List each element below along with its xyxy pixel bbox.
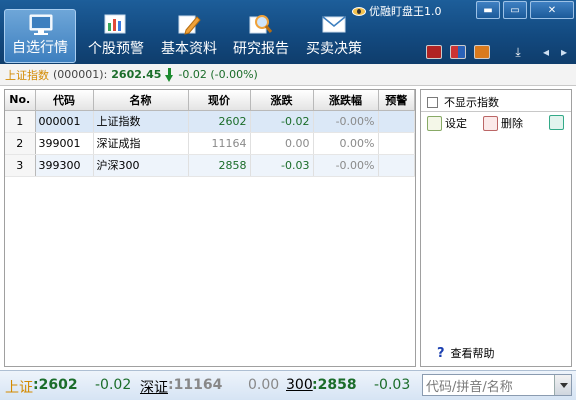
app-header: 优融盯盘王1.0 ▬ ▭ ✕ 自选行情 个股预警 基本资料 研究报告 买卖决策 … [0,0,576,64]
col-header-change[interactable]: 涨跌 [250,90,314,111]
row-name: 上证指数 [93,110,189,133]
status-sz-change: 0.00 [248,377,280,393]
back-arrow-icon[interactable]: ◂ [538,45,554,59]
col-header-price[interactable]: 现价 [188,90,251,111]
row-number: 2 [5,132,36,155]
down-arrow-icon [165,67,174,82]
restore-button[interactable]: ▭ [503,1,527,19]
row-price: 11164 [188,132,251,155]
row-number: 1 [5,110,36,133]
col-header-code[interactable]: 代码 [35,90,94,111]
status-hs300-change: -0.03 [374,377,411,393]
status-sh-value: :2602 [33,377,78,393]
settings-icon [427,115,442,131]
table-row[interactable]: 1 000001 上证指数 2602 -0.02 -0.00% [5,110,415,133]
right-panel: 不显示指数 设定 删除 ? 查看帮助 [420,89,572,367]
status-sz-value: :11164 [168,377,223,393]
download-icon[interactable]: ⤓ [510,45,526,59]
search-placeholder: 代码/拼音/名称 [426,379,513,395]
index-price: 2602.45 [111,68,162,81]
split-view-icon[interactable] [450,45,466,59]
row-code: 399001 [35,132,94,155]
row-change: -0.02 [250,110,314,133]
row-code: 000001 [35,110,94,133]
col-header-no[interactable]: No. [5,90,36,111]
help-link[interactable]: ? 查看帮助 [437,345,495,361]
row-name: 深证成指 [93,132,189,155]
notes-button[interactable] [549,115,564,130]
close-button[interactable]: ✕ [530,1,574,19]
tab-trade-decision[interactable]: 买卖决策 [298,9,370,63]
status-sh-change: -0.02 [95,377,132,393]
delete-icon [483,115,498,131]
status-hs300-value: :2858 [312,377,357,393]
tab-watchlist[interactable]: 自选行情 [4,9,76,63]
checkbox-box[interactable] [427,96,438,108]
delete-label: 删除 [501,117,523,130]
stock-search-input[interactable]: 代码/拼音/名称 [422,374,572,396]
tab-stock-alert[interactable]: 个股预警 [80,9,152,63]
tab-basic-info[interactable]: 基本资料 [153,9,225,63]
row-change: 0.00 [250,132,314,155]
col-header-alert[interactable]: 预警 [378,90,415,111]
notebook-icon [549,115,564,130]
index-summary-bar: 上证指数 (000001): 2602.45 -0.02 (-0.00%) [0,64,576,86]
row-alert [378,132,415,155]
row-change-pct: -0.00% [313,154,379,177]
row-change-pct: 0.00% [313,132,379,155]
table-row[interactable]: 3 399300 沪深300 2858 -0.03 -0.00% [5,154,415,177]
col-header-change-pct[interactable]: 涨跌幅 [313,90,379,111]
row-price: 2602 [188,110,251,133]
index-change: -0.02 (-0.00%) [178,68,258,81]
divider [421,111,571,112]
delete-button[interactable]: 删除 [483,115,523,131]
list-view-icon[interactable] [474,45,490,59]
forward-arrow-icon[interactable]: ▸ [556,45,572,59]
app-title-text: 优融盯盘王1.0 [369,5,442,18]
row-change-pct: -0.00% [313,110,379,133]
magnifier-icon [249,15,273,34]
status-sz-label[interactable]: 深证 [140,377,168,397]
row-change: -0.03 [250,154,314,177]
envelope-icon [322,16,346,33]
index-name[interactable]: 上证指数 [5,67,49,83]
index-code: (000001): [53,68,108,81]
bar-chart-icon [104,14,126,34]
tab-research-report[interactable]: 研究报告 [225,9,297,63]
monitor-icon [29,14,53,35]
col-header-name[interactable]: 名称 [93,90,189,111]
chevron-down-icon[interactable] [554,375,571,395]
minimize-button[interactable]: ▬ [476,1,500,19]
hide-index-checkbox[interactable]: 不显示指数 [427,94,499,110]
status-sh-label[interactable]: 上证 [5,377,33,397]
row-code: 399300 [35,154,94,177]
pencil-icon [178,15,201,35]
tab-label: 基本资料 [161,41,217,57]
status-bar: 上证 :2602 -0.02 深证 :11164 0.00 300 :2858 … [0,370,576,400]
hide-index-label: 不显示指数 [444,96,499,109]
row-number: 3 [5,154,36,177]
red-chart-icon[interactable] [426,45,442,59]
watchlist-table: No. 代码 名称 现价 涨跌 涨跌幅 预警 1 000001 上证指数 260… [4,89,416,367]
status-hs300-label[interactable]: 300 [286,377,313,393]
row-alert [378,154,415,177]
set-label: 设定 [445,117,467,130]
tab-label: 买卖决策 [306,41,362,57]
tab-label: 个股预警 [88,41,144,57]
table-row[interactable]: 2 399001 深证成指 11164 0.00 0.00% [5,132,415,155]
row-name: 沪深300 [93,154,189,177]
tab-label: 研究报告 [233,41,289,57]
set-button[interactable]: 设定 [427,115,467,131]
row-price: 2858 [188,154,251,177]
help-icon: ? [437,345,445,361]
tab-label: 自选行情 [12,40,68,56]
row-alert [378,110,415,133]
help-label: 查看帮助 [450,347,495,360]
